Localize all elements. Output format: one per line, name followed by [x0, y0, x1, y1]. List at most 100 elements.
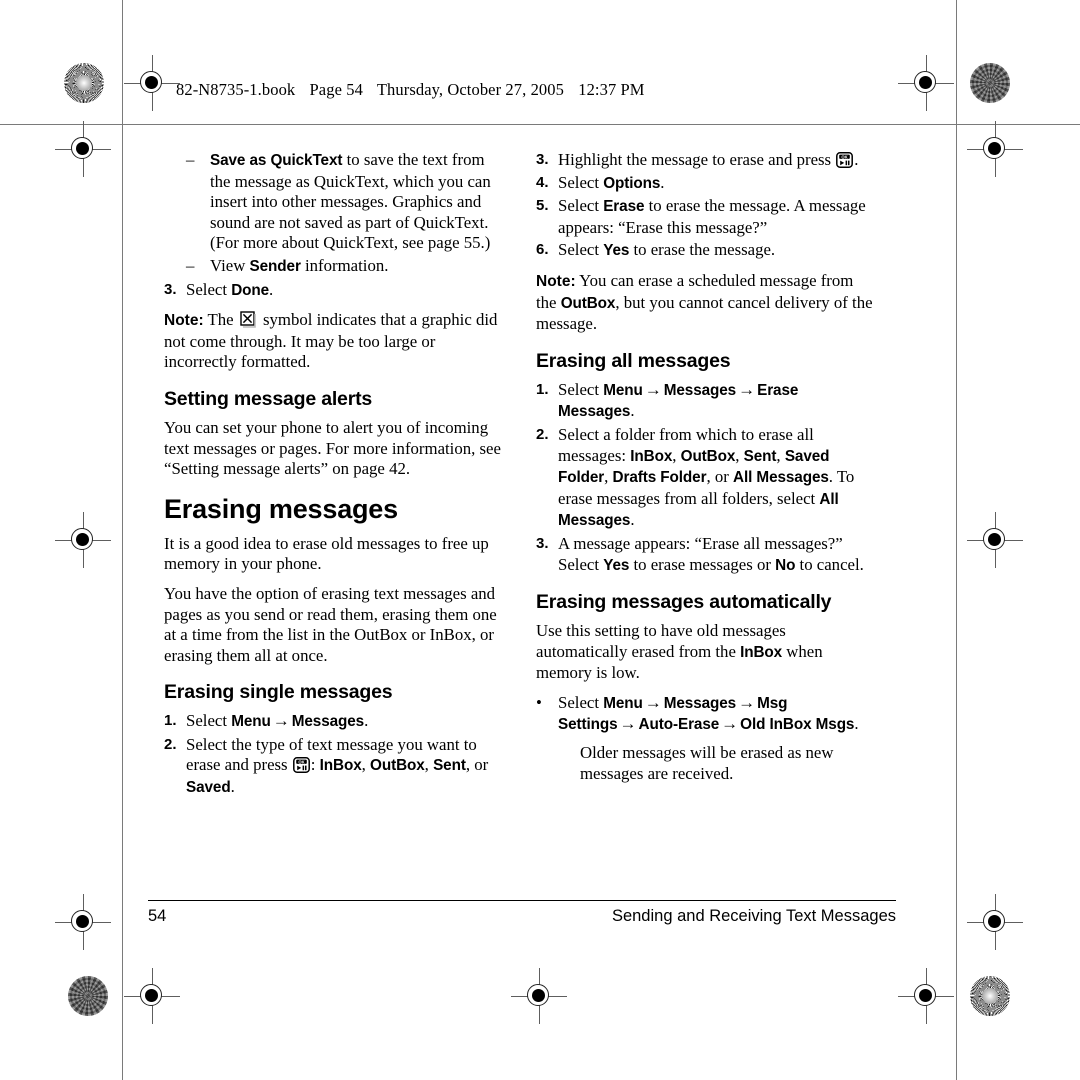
paragraph-auto-erase: Use this setting to have old messages au…	[536, 621, 876, 684]
textured-dot-rosette-icon-top-right	[970, 63, 1010, 103]
step-tail-end: .	[630, 510, 635, 530]
step-pre: Select	[558, 196, 604, 216]
ui-term-no: No	[775, 556, 796, 574]
note-missing-graphic: Note: The symbol indicates that a graphi…	[164, 310, 504, 373]
trim-line-right	[956, 0, 957, 1080]
step-marker: 3.	[536, 151, 549, 168]
ui-term: Sender	[249, 257, 301, 275]
list-item-text: Select Menu → Messages → Erase Messages.	[558, 380, 876, 423]
step-post: .	[630, 401, 635, 421]
ui-term-auto-erase: Auto-Erase	[638, 716, 720, 734]
list-item-all-step-1: 1. Select Menu → Messages → Erase Messages.	[536, 380, 876, 423]
arrow-icon: →	[644, 379, 662, 399]
note-label: Note:	[164, 312, 204, 330]
slug-page: Page 54	[309, 80, 363, 99]
step-pre: Select	[558, 379, 604, 399]
list-item-text: Select Done.	[186, 280, 504, 302]
list-item: – Save as QuickText to save the text fro…	[186, 150, 504, 254]
list-item-text: Select the type of text message you want…	[186, 735, 504, 799]
slug-time: 12:37 PM	[578, 80, 645, 99]
arrow-icon: →	[619, 714, 637, 734]
ui-term-yes: Yes	[603, 242, 630, 260]
ui-term-inbox: InBox	[630, 447, 673, 465]
heading-erasing-messages-automatically: Erasing messages automatically	[536, 591, 832, 614]
ui-term-yes: Yes	[603, 556, 630, 574]
ui-term-outbox: OutBox	[560, 294, 616, 312]
heading-setting-message-alerts: Setting message alerts	[164, 387, 373, 410]
footer-page-number: 54	[148, 907, 167, 926]
ui-term-saved: Saved	[186, 779, 231, 797]
list-item-text: Select Erase to erase the message. A mes…	[558, 196, 876, 238]
step-post: .	[660, 172, 665, 192]
ui-term-menu: Menu	[231, 713, 271, 731]
arrow-icon: →	[272, 711, 290, 731]
step-marker: 2.	[164, 735, 177, 753]
list-item-step-done: 3. Select Done.	[164, 280, 504, 302]
list-item-all-step-3: 3. A message appears: “Erase all message…	[536, 534, 876, 576]
step-marker: 3.	[536, 534, 549, 552]
ui-term-erase: Erase	[603, 198, 645, 216]
page-footer: 54 Sending and Receiving Text Messages	[148, 900, 896, 926]
registration-target-icon-mid-right	[967, 512, 1023, 568]
ui-term-menu: Menu	[603, 381, 643, 399]
textured-dot-rosette-icon-bottom-left	[68, 976, 108, 1016]
list-item-text: Select Menu → Messages → Msg Settings → Auto-E…	[558, 693, 876, 736]
bullet-marker: •	[536, 692, 542, 712]
page-slug-line: 82-N8735-1.book Page 54 Thursday, Octobe…	[176, 80, 655, 100]
step-pre: Select	[186, 279, 232, 299]
list-item-step-5: 5. Select Erase to erase the message. A …	[536, 196, 876, 238]
ui-term-messages: Messages	[663, 381, 737, 399]
boxed-x-icon	[240, 311, 257, 328]
dash-marker: –	[186, 255, 195, 275]
dash-marker: –	[186, 150, 195, 169]
note-pre: The	[203, 310, 238, 330]
ui-term: Done	[231, 281, 270, 299]
slug-date: Thursday, October 27, 2005	[376, 80, 564, 99]
registration-target-icon-upper-left	[55, 121, 111, 177]
step-post: .	[854, 150, 859, 169]
step-marker: 5.	[536, 197, 549, 215]
step-marker: 2.	[536, 425, 549, 443]
registration-target-icon-bottom-left	[124, 968, 180, 1024]
left-column: – Save as QuickText to save the text fro…	[164, 150, 504, 801]
page-content: – Save as QuickText to save the text fro…	[164, 150, 880, 880]
list-item-step-4: 4. Select Options.	[536, 173, 876, 195]
svg-text:OK: OK	[842, 154, 848, 159]
ui-term-outbox: OutBox	[370, 757, 425, 775]
heading-erasing-messages: Erasing messages	[164, 493, 398, 524]
step-marker: 3.	[164, 280, 177, 298]
step-post: .	[854, 714, 859, 734]
ui-term-all-messages: All Messages	[733, 469, 829, 487]
heading-erasing-single-messages: Erasing single messages	[164, 681, 393, 704]
list-item-text: Select Options.	[558, 173, 876, 195]
sep: ,	[672, 445, 681, 465]
step-post: to cancel.	[795, 554, 864, 574]
step-mid: :	[310, 755, 320, 775]
step-marker: 1.	[536, 380, 549, 398]
starburst-rosette-icon-top-left	[64, 63, 104, 103]
step-post: .	[364, 711, 369, 731]
ui-term-old-inbox-msgs: Old InBox Msgs	[740, 716, 855, 734]
sep: ,	[604, 467, 613, 487]
sep: ,	[776, 445, 785, 465]
registration-target-icon-top-right	[898, 55, 954, 111]
footer-rule	[148, 900, 896, 902]
ui-term-menu: Menu	[603, 694, 643, 712]
arrow-icon: →	[738, 379, 756, 399]
arrow-icon: →	[738, 692, 756, 712]
step-pre: Highlight the message to erase and press	[558, 150, 836, 169]
list-item-text: Save as QuickText to save the text from …	[210, 150, 504, 254]
trim-line-left	[122, 0, 123, 1080]
list-item-step-3: 3. Highlight the message to erase and pr…	[536, 150, 876, 171]
list-item-tail: information.	[300, 255, 389, 275]
registration-target-icon-mid-left	[55, 512, 111, 568]
list-item-all-step-2: 2. Select a folder from which to erase a…	[536, 425, 876, 532]
sep: ,	[361, 755, 371, 775]
step-tail-post: .	[230, 777, 235, 797]
arrow-icon: →	[721, 714, 739, 734]
ok-play-pause-key-icon: OK	[836, 152, 854, 168]
list-item-text: Select a folder from which to erase all …	[558, 425, 876, 532]
slug-filename: 82-N8735-1.book	[176, 80, 296, 99]
step-marker: 6.	[536, 241, 549, 259]
list-item-auto-erase-path: • Select Menu → Messages → Msg Settings → Auto…	[536, 693, 876, 736]
